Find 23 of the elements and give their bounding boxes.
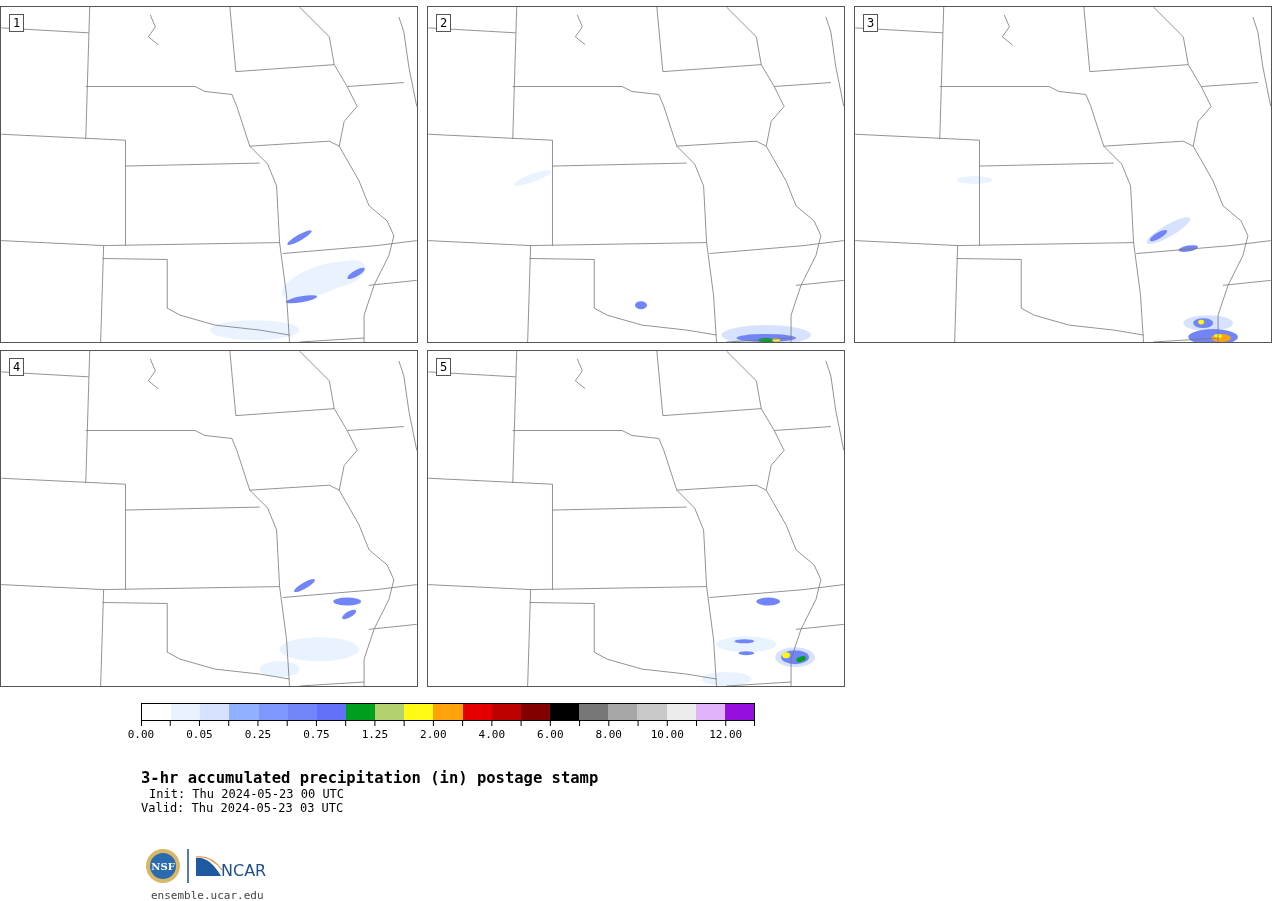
colorbar-label: 0.00 <box>126 728 156 741</box>
colorbar-label: 10.00 <box>649 728 685 741</box>
colorbar-label: 12.00 <box>708 728 744 741</box>
ncar-logo: NCAR <box>195 854 269 878</box>
website-url: ensemble.ucar.edu <box>151 889 265 901</box>
panel-number: 3 <box>863 14 879 32</box>
valid-time: Valid: Thu 2024-05-23 03 UTC <box>141 801 344 815</box>
panel-number: 1 <box>9 14 25 32</box>
colorbar-label: 0.75 <box>302 728 331 741</box>
panel-number: 4 <box>9 358 25 376</box>
colorbar-label: 4.00 <box>477 728 507 741</box>
nsf-logo: NSF <box>145 848 181 884</box>
colorbar-label: 0.05 <box>185 728 214 741</box>
colorbar-label: 0.25 <box>243 728 273 741</box>
colorbar-label: 1.25 <box>360 728 390 741</box>
init-time: Init: Thu 2024-05-23 00 UTC <box>148 787 345 801</box>
colorbar-label: 2.00 <box>419 728 448 741</box>
colorbar-label: 8.00 <box>594 728 623 741</box>
panel-number: 5 <box>436 358 452 376</box>
divider-line <box>187 849 189 883</box>
panel-number: 2 <box>436 14 452 32</box>
chart-title: 3-hr accumulated precipitation (in) postage stamp <box>141 769 599 787</box>
colorbar-label: 6.00 <box>536 728 565 741</box>
